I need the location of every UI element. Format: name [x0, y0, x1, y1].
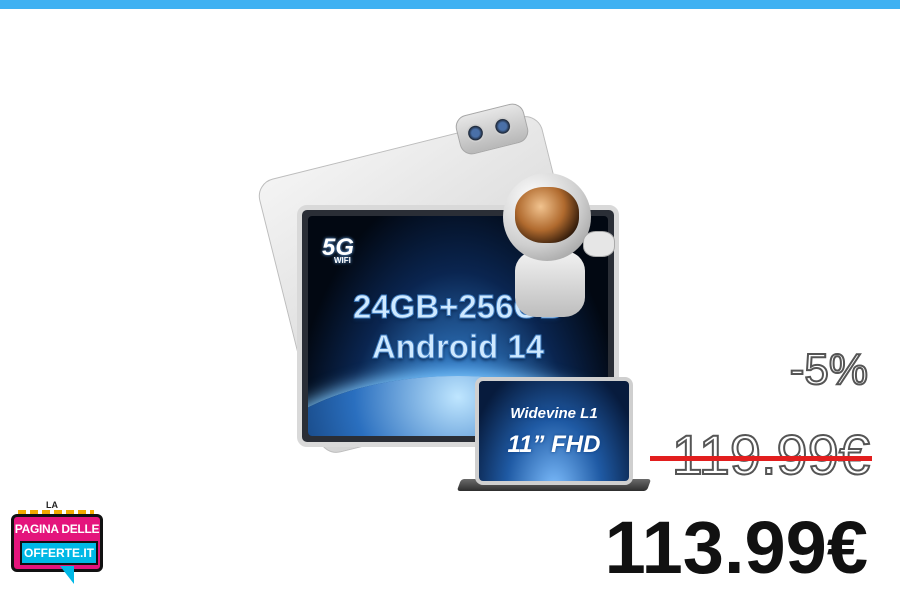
astronaut-arm	[583, 231, 615, 257]
astronaut-visor	[515, 187, 579, 243]
display-size-label: 11” FHD	[507, 431, 601, 458]
camera-lens-icon	[464, 122, 487, 145]
logo-speech-box: PAGINA DELLE OFFERTE.IT	[11, 514, 103, 572]
spec-os: Android 14	[371, 328, 545, 366]
site-logo: LA PAGINA DELLE OFFERTE.IT	[8, 500, 103, 592]
logo-line1: PAGINA DELLE	[14, 522, 100, 536]
astronaut-figure	[493, 173, 615, 323]
small-tablet-screen: Widevine L1 11” FHD	[475, 377, 633, 485]
logo-top-text: LA	[46, 500, 58, 510]
camera-lens-icon	[491, 115, 514, 138]
top-accent-bar	[0, 0, 900, 9]
old-price: 119.99€	[671, 422, 871, 487]
product-image: 5G WIFI 24GB+256GB Android 14 Widevine L…	[245, 95, 652, 495]
tablet-with-case: Widevine L1 11” FHD	[456, 377, 652, 491]
wifi-5g-logo: 5G WIFI	[322, 234, 354, 265]
new-price: 113.99€	[604, 506, 868, 589]
price-strikethrough	[650, 456, 872, 461]
widevine-label: Widevine L1	[510, 405, 598, 422]
discount-badge: -5%	[789, 344, 869, 395]
logo-line2: OFFERTE.IT	[20, 541, 98, 565]
logo-bubble-tail	[60, 566, 74, 584]
